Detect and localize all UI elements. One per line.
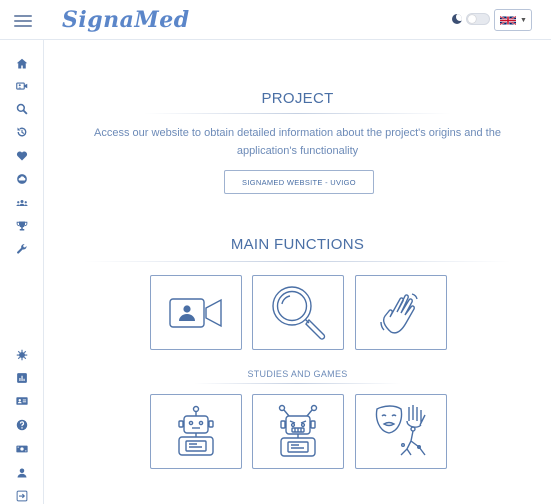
main-content: PROJECT Access our website to obtain det… — [44, 40, 551, 504]
masks-icon — [375, 404, 426, 455]
sign-recorder-card[interactable] — [150, 275, 242, 350]
moon-icon — [452, 14, 462, 24]
website-button[interactable]: SIGNAMED WEBSITE - UVIGO — [224, 170, 374, 194]
project-title: PROJECT — [261, 90, 334, 107]
project-description: Access our website to obtain detailed in… — [94, 127, 501, 157]
video-icon[interactable] — [14, 78, 30, 94]
video-camera-person-icon — [169, 297, 222, 328]
id-card-icon[interactable] — [14, 393, 30, 409]
angry-robot-icon — [278, 404, 318, 457]
sign-search-card[interactable] — [252, 275, 344, 350]
uk-flag-icon — [500, 15, 516, 25]
magnifier-icon — [272, 285, 326, 340]
study-masks-card[interactable] — [355, 394, 447, 469]
cloud-icon[interactable] — [14, 171, 30, 187]
trophy-icon[interactable] — [14, 218, 30, 234]
theme-switch[interactable] — [466, 13, 490, 25]
waving-hand-icon — [380, 292, 418, 334]
history-icon[interactable] — [14, 124, 30, 140]
hamburger-icon[interactable] — [14, 12, 32, 28]
divider — [84, 261, 511, 262]
robot-icon — [178, 405, 214, 456]
divider — [194, 383, 401, 384]
main-functions-title: MAIN FUNCTIONS — [230, 236, 365, 253]
chevron-down-icon: ▼ — [520, 16, 527, 24]
users-icon[interactable] — [14, 195, 30, 211]
heart-icon[interactable] — [14, 148, 30, 164]
wrench-icon[interactable] — [14, 241, 30, 257]
user-icon[interactable] — [14, 465, 30, 481]
sidebar — [0, 40, 44, 504]
app-logo[interactable]: SignaMed — [62, 7, 190, 33]
divider — [144, 113, 451, 114]
money-icon[interactable] — [14, 441, 30, 457]
chart-icon[interactable] — [14, 370, 30, 386]
theme-toggle[interactable] — [452, 13, 490, 25]
study-angry-robot-card[interactable] — [252, 394, 344, 469]
home-icon[interactable] — [14, 56, 30, 72]
sign-practice-card[interactable] — [355, 275, 447, 350]
help-icon[interactable] — [14, 417, 30, 433]
top-bar: SignaMed ▼ — [0, 0, 551, 40]
study-robot-card[interactable] — [150, 394, 242, 469]
studies-title: STUDIES AND GAMES — [247, 369, 348, 379]
search-icon[interactable] — [14, 101, 30, 117]
virus-icon[interactable] — [14, 347, 30, 363]
logout-icon[interactable] — [14, 488, 30, 504]
language-selector[interactable]: ▼ — [494, 9, 532, 31]
